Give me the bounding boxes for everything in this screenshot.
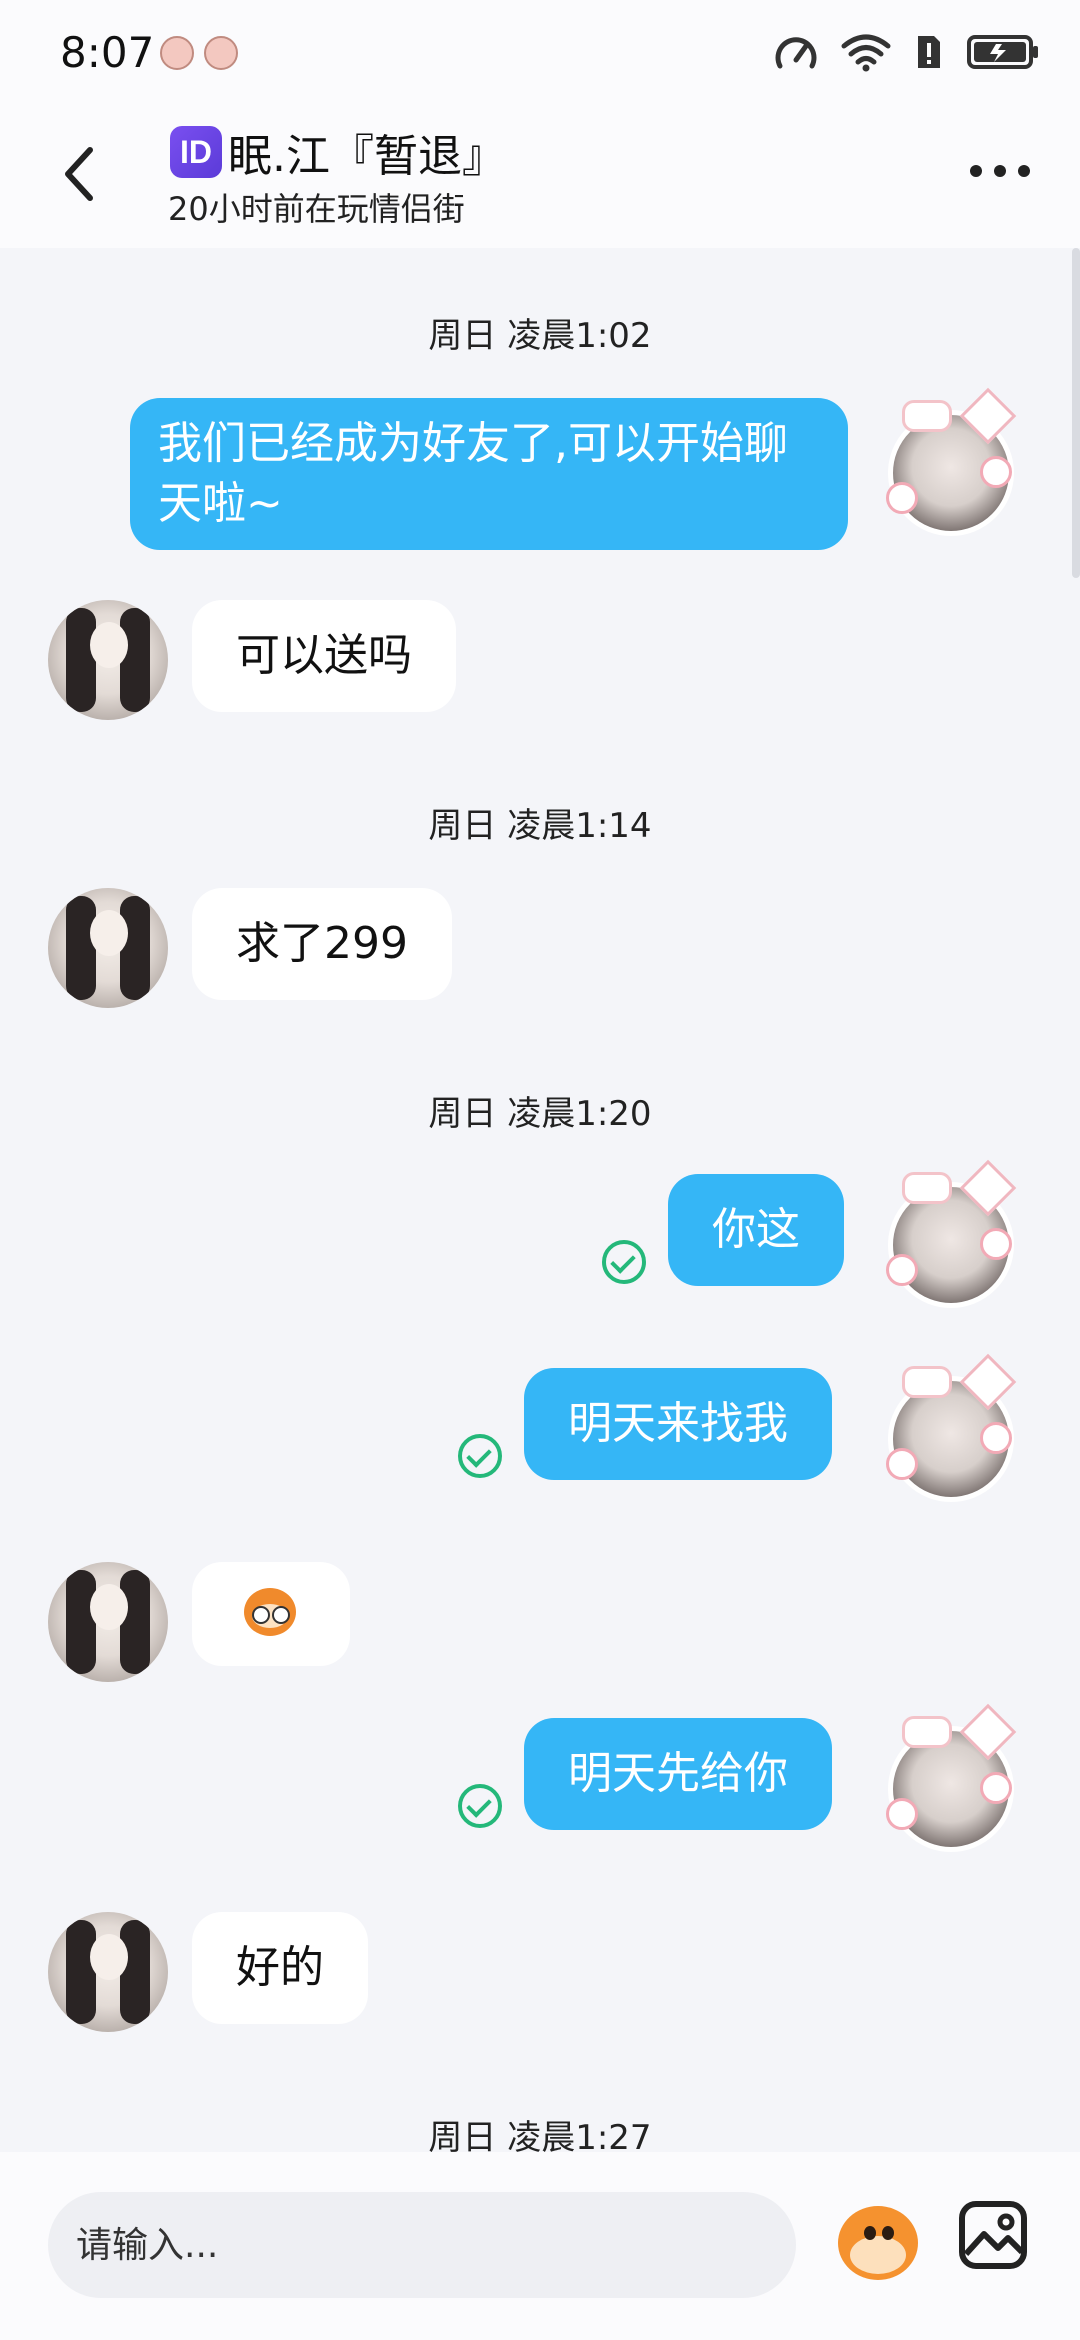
- paw-icon: [980, 456, 1012, 488]
- read-check-icon: [458, 1434, 502, 1478]
- paw-icon: [980, 1772, 1012, 1804]
- battery-charging-icon: [967, 35, 1038, 69]
- timestamp: 周日 凌晨1:20: [428, 1094, 652, 1134]
- contact-status: 20小时前在玩情侣街: [168, 190, 465, 228]
- input-bar: [0, 2152, 1080, 2340]
- chat-area[interactable]: 周日 凌晨1:02 我们已经成为好友了,可以开始聊天啦~ 可以送吗 周日 凌晨1…: [0, 248, 1080, 2152]
- image-button[interactable]: [956, 2198, 1030, 2272]
- contact-avatar[interactable]: [48, 1562, 168, 1682]
- monkey-emoji-icon: [882, 2226, 894, 2240]
- dot-icon: [970, 165, 982, 177]
- speed-icon: [775, 37, 817, 69]
- paw-icon: [980, 1228, 1012, 1260]
- message-bubble-received[interactable]: 可以送吗: [192, 600, 456, 712]
- dot-icon: [1018, 165, 1030, 177]
- contact-avatar[interactable]: [48, 600, 168, 720]
- dot-icon: [994, 165, 1006, 177]
- timestamp: 周日 凌晨1:02: [428, 316, 652, 356]
- paw-icon: [886, 1448, 918, 1480]
- read-check-icon: [602, 1240, 646, 1284]
- avatar-photo: [66, 1920, 96, 2024]
- chat-header: ID 眠.江『暂退』 20小时前在玩情侣街: [0, 100, 1080, 248]
- status-bar: 8:07: [0, 0, 1080, 100]
- avatar-photo: [90, 910, 128, 956]
- message-bubble-sent[interactable]: 明天来找我: [524, 1368, 832, 1480]
- monkey-emoji-icon: [864, 2226, 876, 2240]
- avatar-photo: [90, 1584, 128, 1630]
- message-bubble-received[interactable]: [192, 1562, 350, 1666]
- avatar-photo: [66, 608, 96, 712]
- bow-icon: [902, 1172, 952, 1204]
- paw-icon: [886, 1254, 918, 1286]
- back-button[interactable]: [56, 144, 106, 204]
- paw-icon: [886, 482, 918, 514]
- emoji-button[interactable]: [832, 2196, 924, 2288]
- message-bubble-sent[interactable]: 明天先给你: [524, 1718, 832, 1830]
- avatar-photo: [90, 1934, 128, 1980]
- id-badge: ID: [170, 126, 222, 178]
- timestamp: 周日 凌晨1:27: [428, 2118, 652, 2152]
- status-icons: [774, 30, 1040, 74]
- timestamp: 周日 凌晨1:14: [428, 806, 652, 846]
- status-time: 8:07: [60, 28, 155, 77]
- message-input[interactable]: [48, 2192, 796, 2298]
- monkey-sticker-icon: [244, 1588, 296, 1636]
- wifi-icon: [841, 34, 891, 72]
- sticker-eye: [252, 1606, 270, 1624]
- message-bubble-received[interactable]: 求了299: [192, 888, 452, 1000]
- bow-icon: [902, 1366, 952, 1398]
- message-bubble-sent[interactable]: 我们已经成为好友了,可以开始聊天啦~: [130, 398, 848, 550]
- avatar-photo: [120, 608, 150, 712]
- avatar-photo: [120, 1920, 150, 2024]
- contact-name[interactable]: 眠.江『暂退』: [228, 120, 506, 184]
- avatar-photo: [66, 896, 96, 1000]
- sticker-eye: [272, 1606, 290, 1624]
- sim-alert-icon: [918, 36, 940, 68]
- paw-icon: [980, 1422, 1012, 1454]
- contact-avatar[interactable]: [48, 1912, 168, 2032]
- pig-emoji-icon: [160, 36, 194, 70]
- paw-icon: [886, 1798, 918, 1830]
- pig-emoji-icon: [204, 36, 238, 70]
- bow-icon: [902, 400, 952, 432]
- my-avatar[interactable]: [878, 1159, 1018, 1308]
- more-options-button[interactable]: [970, 156, 1040, 186]
- message-bubble-received[interactable]: 好的: [192, 1912, 368, 2024]
- scrollbar[interactable]: [1072, 248, 1080, 578]
- contact-avatar[interactable]: [48, 888, 168, 1008]
- my-avatar[interactable]: [878, 1353, 1018, 1502]
- bow-icon: [902, 1716, 952, 1748]
- avatar-photo: [66, 1570, 96, 1674]
- avatar-photo: [90, 622, 128, 668]
- monkey-emoji-icon: [850, 2236, 906, 2274]
- read-check-icon: [458, 1784, 502, 1828]
- my-avatar[interactable]: [878, 1703, 1018, 1852]
- my-avatar[interactable]: [878, 387, 1018, 536]
- avatar-photo: [120, 1570, 150, 1674]
- message-bubble-sent[interactable]: 你这: [668, 1174, 844, 1286]
- avatar-photo: [120, 896, 150, 1000]
